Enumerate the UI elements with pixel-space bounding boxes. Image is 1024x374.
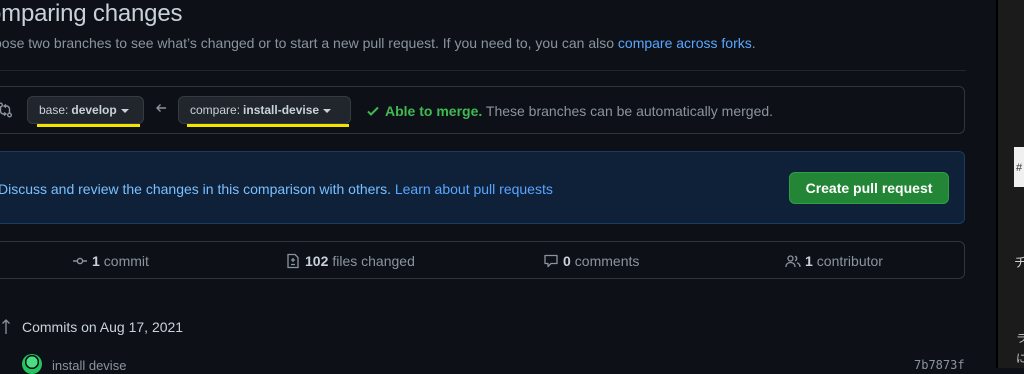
comment-icon [544,254,558,268]
chevron-down-icon [120,108,129,113]
compare-across-forks-link[interactable]: compare across forks [618,35,752,51]
adjacent-window-text-1: # [1016,162,1023,174]
contributors-count: 1 [805,253,813,269]
file-diff-icon [287,253,299,269]
subtitle-text: oose two branches to see what’s changed … [0,35,618,51]
stat-contributors[interactable]: 1 contributor [785,253,883,269]
comments-count: 0 [563,253,571,269]
compare-prefix: compare: [190,103,241,117]
compare-highlight [187,124,349,127]
compare-branch-select[interactable]: compare: install-devise [178,96,351,124]
git-commit-timeline-icon [2,319,10,334]
base-highlight [37,124,140,127]
stat-comments[interactable]: 0 comments [543,253,639,269]
files-label: files changed [332,253,415,269]
commits-date-heading: Commits on Aug 17, 2021 [22,319,184,335]
header-divider [0,70,966,71]
flash-text: Discuss and review the changes in this c… [0,181,395,197]
people-icon [785,255,801,268]
files-count: 102 [305,253,329,269]
stat-commits[interactable]: 1 commit [72,253,149,269]
merge-ok-label: Able to merge. [385,103,483,119]
stat-files-changed[interactable]: 102 files changed [285,253,415,269]
adjacent-window-text-2: チ [1014,255,1024,270]
compare-branch-name: install-devise [243,103,320,117]
comments-label: comments [574,253,640,269]
check-icon [367,106,379,116]
base-branch-select[interactable]: base: develop [27,96,144,124]
commit-icon [73,257,87,265]
merge-status: Able to merge. These branches can be aut… [385,103,773,119]
contributors-label: contributor [816,253,883,269]
adjacent-window-text-4: に [1016,353,1024,365]
page-title: omparing changes [0,0,183,27]
create-pull-request-button[interactable]: Create pull request [789,172,949,204]
commits-label: commit [103,253,149,269]
page-subtitle: oose two branches to see what’s changed … [0,35,756,51]
subtitle-end: . [751,35,756,51]
commit-message-link[interactable]: install devise [52,358,126,373]
commit-sha-link[interactable]: 7b7873f [914,358,965,372]
adjacent-window-text-3: ラ [1016,333,1024,345]
avatar[interactable] [22,354,42,374]
learn-about-pull-requests-link[interactable]: Learn about pull requests [395,181,553,197]
base-branch-name: develop [71,103,117,117]
base-prefix: base: [39,103,69,117]
flash-message: Discuss and review the changes in this c… [0,181,553,197]
chevron-down-icon [323,108,332,113]
arrow-left-icon [156,104,166,112]
commits-count: 1 [92,253,100,269]
merge-description: These branches can be automatically merg… [482,103,774,119]
git-compare-icon [0,102,12,118]
